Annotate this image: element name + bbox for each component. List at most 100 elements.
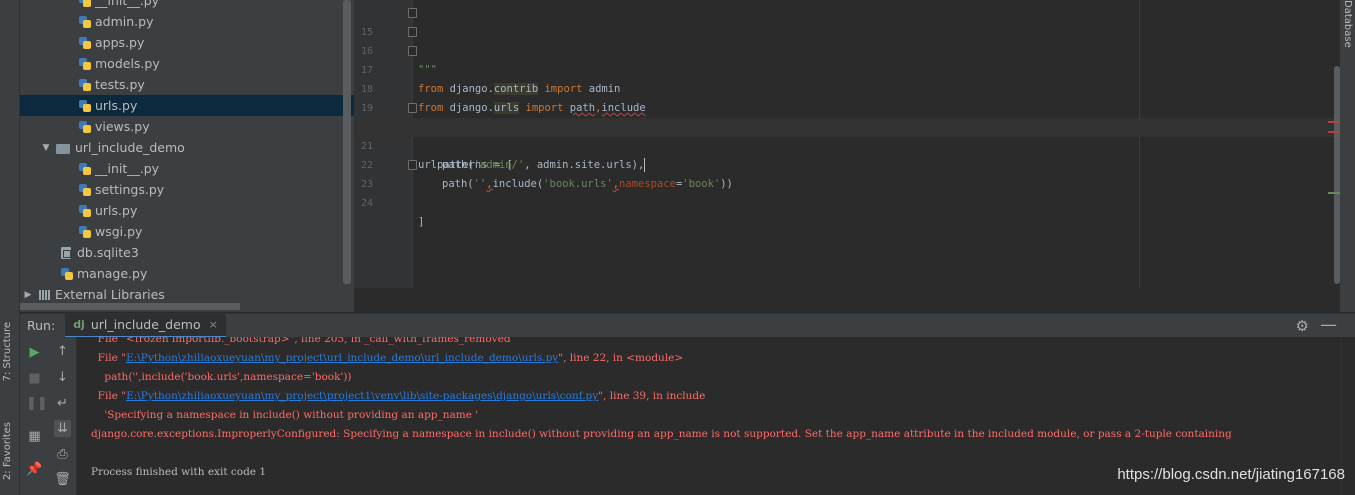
tree-item-label: views.py [95,119,150,134]
tree-item-label: tests.py [95,77,145,92]
tree-item-external-libraries[interactable]: ▶ External Libraries [20,284,354,305]
tree-item-tests[interactable]: tests.py [20,74,354,95]
trash-icon[interactable]: 🗑 [54,471,71,488]
console-exit-line: Process finished with exit code 1 [91,466,267,478]
error-stripe-marker[interactable] [1328,131,1340,133]
run-panel-header: Run: dj url_include_demo × ⚙ — [20,313,1355,338]
tree-item-label: __init__.py [95,0,160,8]
tree-item-label: admin.py [95,14,154,29]
tree-item-urls[interactable]: urls.py [20,200,354,221]
left-tool-strip: 7: Structure 2: Favorites [0,0,20,495]
restore-layout-icon[interactable]: ▦ [26,428,43,445]
close-icon[interactable]: × [209,318,218,331]
project-tree: __init__.py admin.py apps.py models.py t… [20,0,354,312]
tree-item-label: models.py [95,56,160,71]
code-line-21-current: 21 path('admin/', admin.site.urls), [354,118,1340,172]
error-stripe-marker[interactable] [1328,121,1340,123]
structure-tool-tab[interactable]: 7: Structure [2,322,18,381]
tree-item-apps[interactable]: apps.py [20,32,354,53]
code-line-23: 23 ] [354,156,1340,228]
django-icon: dj [73,318,85,331]
arrow-up-icon[interactable]: ↑ [54,343,71,360]
soft-wrap-icon[interactable]: ↵ [54,395,71,412]
gear-icon[interactable]: ⚙ [1296,317,1309,335]
python-file-icon [78,120,91,134]
warning-stripe-marker[interactable] [1328,192,1340,194]
fold-marker-icon[interactable] [408,160,417,170]
fold-marker-icon[interactable] [408,103,417,113]
code-line-19: 19 [354,80,1340,114]
tree-item-label: urls.py [95,203,138,218]
tree-item-db-sqlite[interactable]: db.sqlite3 [20,242,354,263]
minimize-icon[interactable]: — [1320,315,1337,335]
arrow-down-icon[interactable]: ↓ [54,369,71,386]
tree-item-init-2[interactable]: __init__.py [20,158,354,179]
run-tab-url-include-demo[interactable]: dj url_include_demo × [65,313,226,338]
fold-marker-icon[interactable] [408,8,417,18]
run-toolbar-secondary: ↑ ↓ ↵ ⇊ ⎙ 🗑 [48,337,77,495]
tree-item-label: External Libraries [55,287,165,302]
tree-item-models[interactable]: models.py [20,53,354,74]
console-file-link[interactable]: E:\Python\zhiliaoxueyuan\my_project\url_… [126,352,558,364]
code-line-24: 24 [354,175,1340,209]
console-line: File "<frozen importlib._bootstrap>", li… [91,337,511,345]
console-error-line: django.core.exceptions.ImproperlyConfigu… [91,428,1232,440]
tree-item-wsgi[interactable]: wsgi.py [20,221,354,242]
rerun-icon[interactable]: ▶ [26,344,43,361]
print-icon[interactable]: ⎙ [54,446,71,463]
tree-horizontal-scrollbar[interactable] [20,303,240,310]
tree-item-label: db.sqlite3 [77,245,139,260]
tree-item-label: settings.py [95,182,165,197]
folder-icon [56,141,71,155]
stop-icon[interactable]: ■ [26,370,43,387]
python-file-icon [78,57,91,71]
code-line-22: 22 path('',include('book.urls',namespace… [354,137,1340,190]
tree-item-init[interactable]: __init__.py [20,0,354,11]
python-file-icon [78,183,91,197]
console-line: File "E:\Python\zhiliaoxueyuan\my_projec… [91,390,706,402]
fold-marker-icon[interactable] [408,27,417,37]
fold-marker-icon[interactable] [408,46,417,56]
tree-item-label: urls.py [95,98,138,113]
tree-folder-url-include-demo[interactable]: ▼ url_include_demo [20,137,354,158]
code-line-17: 17 from django.urls import path,include [354,42,1340,114]
tree-item-label: manage.py [77,266,148,281]
run-label: Run: [27,318,56,333]
chevron-right-icon[interactable]: ▶ [22,290,34,300]
tree-vertical-scrollbar[interactable] [343,0,351,284]
python-file-icon [78,204,91,218]
console-file-link[interactable]: E:\Python\zhiliaoxueyuan\my_project\proj… [126,390,598,402]
code-editor[interactable]: 15 """ 16 from django.contrib import adm… [354,0,1340,288]
line-number: 24 [360,198,373,209]
tree-item-label: wsgi.py [95,224,143,239]
tree-item-views[interactable]: views.py [20,116,354,137]
tree-item-admin[interactable]: admin.py [20,11,354,32]
chevron-down-icon[interactable]: ▼ [40,143,52,153]
code-line-16: 16 from django.contrib import admin [354,23,1340,95]
code-line-15: 15 """ [354,4,1340,76]
tree-item-label: apps.py [95,35,145,50]
console-line: path('',include('book.urls',namespace='b… [91,371,352,383]
library-icon [38,288,51,302]
tree-item-label: url_include_demo [75,140,185,155]
database-tool-tab[interactable]: Database [1342,0,1353,48]
scroll-to-end-icon[interactable]: ⇊ [54,420,71,437]
favorites-tool-tab[interactable]: 2: Favorites [2,422,18,480]
pause-icon[interactable]: ❚❚ [26,395,48,412]
console-line: File "E:\Python\zhiliaoxueyuan\my_projec… [91,352,684,364]
python-file-icon [78,36,91,50]
tree-item-urls-selected[interactable]: urls.py [20,95,354,116]
watermark: https://blog.csdn.net/jiating167168 [1117,466,1345,483]
code-line-18: 18 [354,61,1340,95]
right-tool-strip: Database [1340,0,1355,312]
code-line-20: 20 urlpatterns = [ [354,99,1340,171]
pin-icon[interactable]: 📌 [26,461,43,478]
python-file-icon [78,15,91,29]
python-file-icon [78,78,91,92]
python-file-icon [78,162,91,176]
tree-item-label: __init__.py [95,161,160,176]
tree-item-settings[interactable]: settings.py [20,179,354,200]
database-file-icon [60,246,73,260]
tree-item-manage[interactable]: manage.py [20,263,354,284]
python-file-icon [78,99,91,113]
